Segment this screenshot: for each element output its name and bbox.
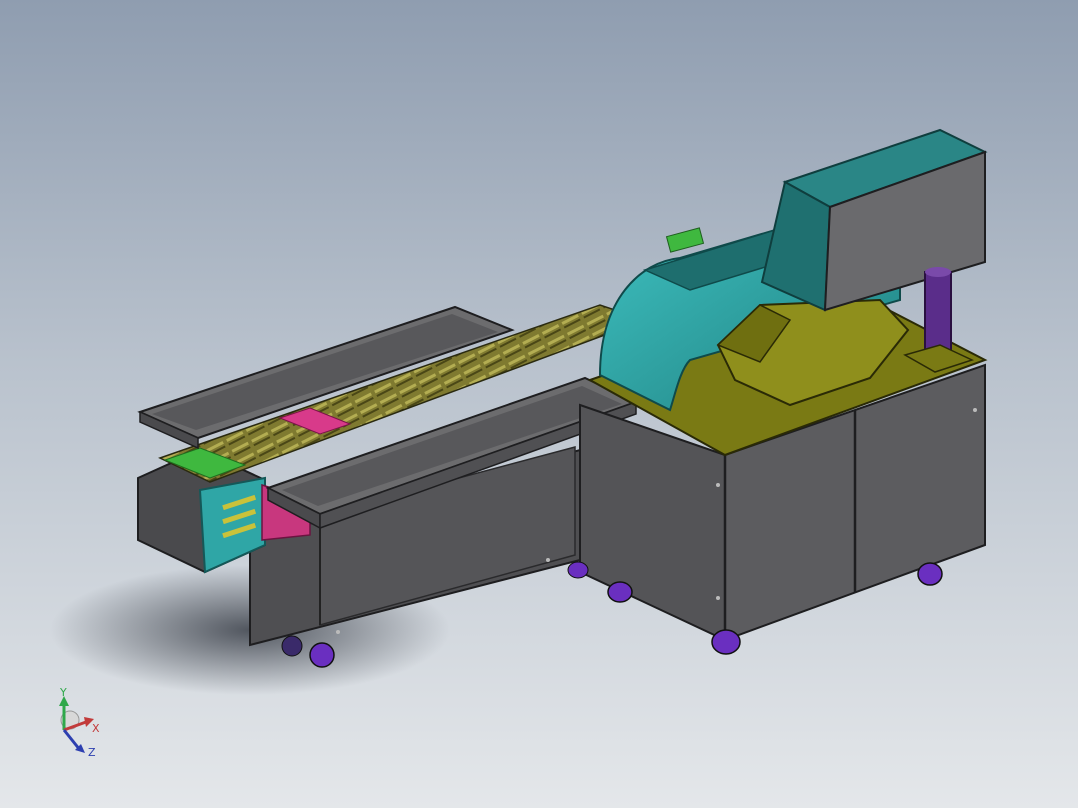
x-axis-label: X [92,722,100,735]
wheel-4 [711,629,741,655]
conveyor-machine-model[interactable] [0,0,1078,808]
z-axis-label: Z [88,746,96,759]
wheel-5 [917,562,943,586]
wheel-2 [567,561,589,579]
coordinate-triad: Y X Z [48,686,108,760]
z-axis-arrow [62,729,82,751]
cad-viewport[interactable]: Y X Z [0,0,1078,808]
y-axis-label: Y [60,686,67,699]
wheel-3 [607,581,633,603]
